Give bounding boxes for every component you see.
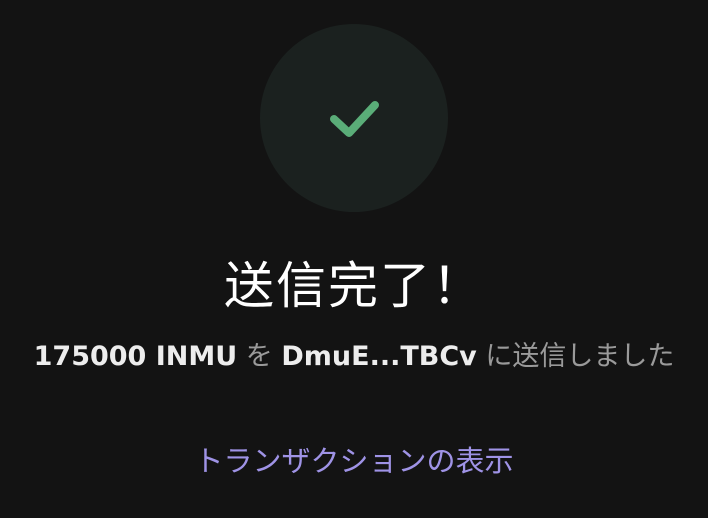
message-suffix: に送信しました [485,341,675,372]
success-badge [260,24,448,212]
sent-amount: 175000 INMU [33,341,238,372]
recipient-address: DmuE...TBCv [281,341,477,372]
checkmark-icon [330,101,379,137]
object-particle: を [245,341,273,372]
page-title: 送信完了！ [224,257,484,315]
send-summary-message: 175000 INMU を DmuE...TBCv に送信しました [30,337,678,377]
view-transaction-link[interactable]: トランザクションの表示 [0,440,708,482]
send-complete-screen: 送信完了！ 175000 INMU を DmuE...TBCv に送信しました … [0,0,708,518]
